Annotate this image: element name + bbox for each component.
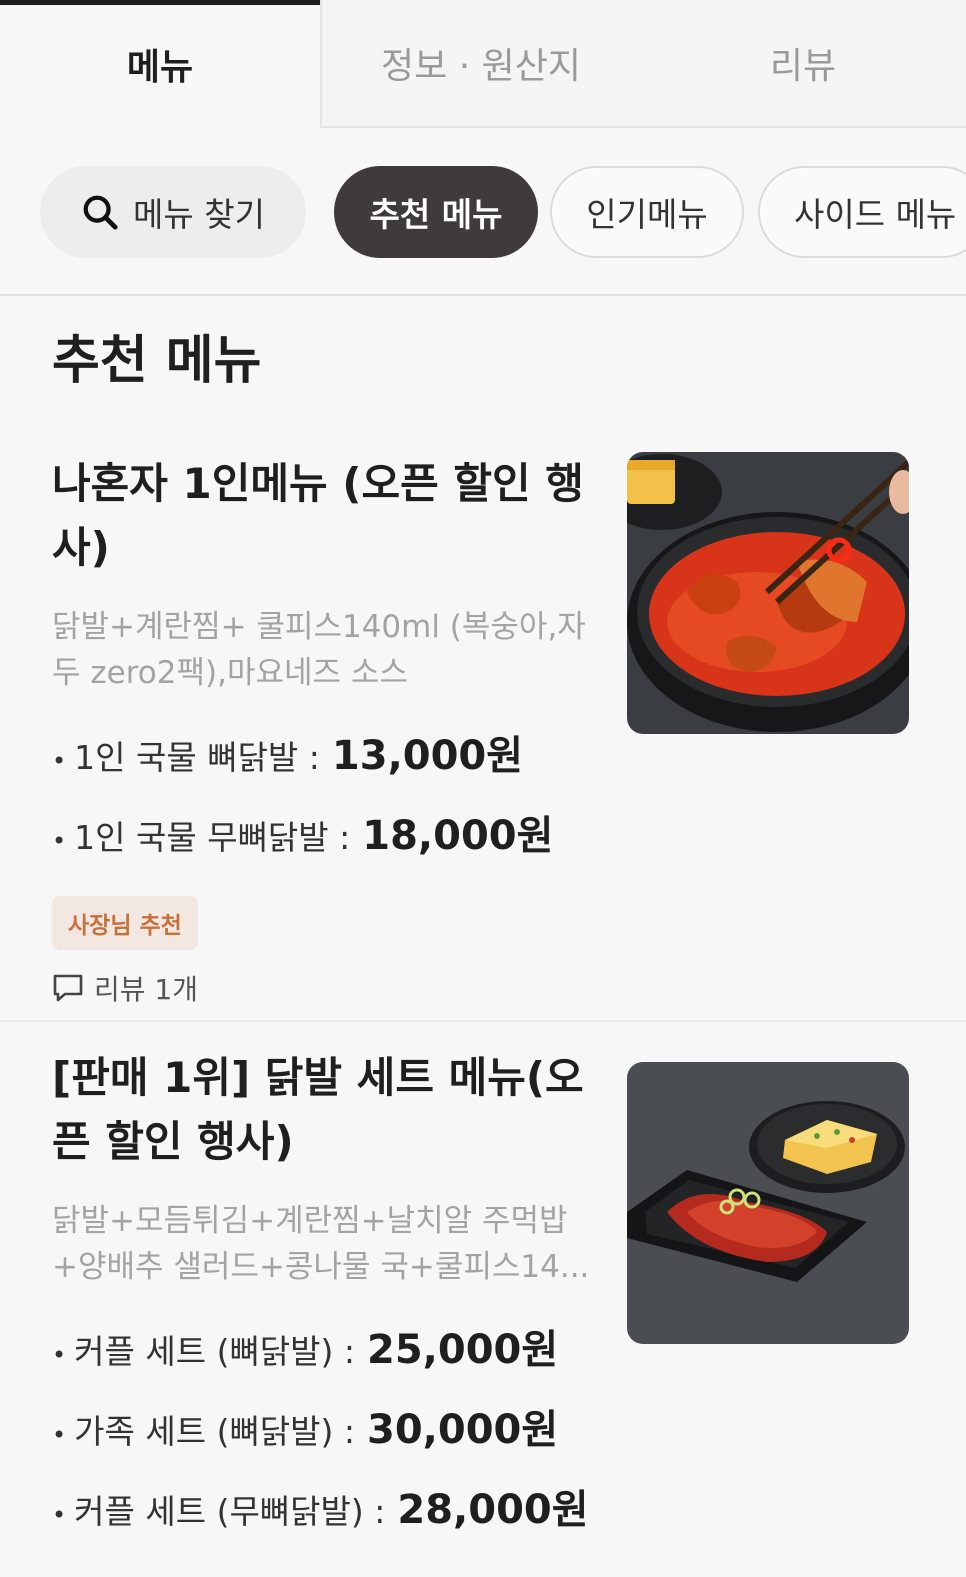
review-count-label: 리뷰 1개 [94, 973, 198, 1006]
menu-search-label: 메뉴 찾기 [133, 195, 265, 234]
menu-item-description: 닭발+계란찜+ 쿨피스140ml (복숭아,자두 zero2팩),마요네즈 소스 [52, 609, 586, 691]
bullet-icon: • [52, 1501, 67, 1529]
menu-item-photo[interactable] [627, 1062, 909, 1344]
menu-item-card[interactable]: [판매 1위] 닭발 세트 메뉴(오픈 할인 행사) 닭발+모듬튀김+계란찜+날… [0, 1024, 966, 1577]
review-count: 리뷰 1개 [52, 968, 597, 1008]
search-icon [83, 195, 118, 230]
bullet-icon: • [52, 747, 67, 775]
tab-info-origin[interactable]: 정보 · 원산지 [320, 0, 640, 128]
chip-side-label: 사이드 메뉴 [794, 195, 957, 234]
spicy-chicken-feet-soup-photo [627, 452, 909, 734]
bullet-icon: • [52, 827, 67, 855]
price-value: 28,000원 [397, 1487, 589, 1533]
price-list: • 커플 세트 (뼈닭발) : 25,000원 • 가족 세트 (뼈닭발) : … [52, 1310, 597, 1550]
top-tab-bar: 메뉴 정보 · 원산지 리뷰 [0, 0, 966, 128]
owner-recommend-badge: 사장님 추천 [52, 896, 198, 950]
tab-info-label: 정보 · 원산지 [381, 46, 581, 87]
price-list: • 1인 국물 뼈닭발 : 13,000원 • 1인 국물 무뼈닭발 : 18,… [52, 716, 597, 876]
menu-item-card[interactable]: 나혼자 1인메뉴 (오픈 할인 행사) 닭발+계란찜+ 쿨피스140ml (복숭… [0, 430, 966, 1022]
tab-menu-label: 메뉴 [126, 47, 194, 88]
bullet-icon: • [52, 1421, 67, 1449]
price-line: • 1인 국물 뼈닭발 : 13,000원 [52, 716, 597, 796]
price-value: 13,000원 [331, 733, 524, 779]
price-value: 25,000원 [367, 1327, 559, 1373]
chip-side-menu[interactable]: 사이드 메뉴 [758, 166, 966, 258]
bullet-icon: • [52, 1341, 67, 1369]
menu-search-button[interactable]: 메뉴 찾기 [40, 166, 306, 258]
chicken-feet-set-photo [627, 1062, 909, 1344]
menu-item-title: [판매 1위] 닭발 세트 메뉴(오픈 할인 행사) [52, 1053, 584, 1166]
menu-item-photo[interactable] [627, 452, 909, 734]
chip-popular[interactable]: 인기메뉴 [550, 166, 744, 258]
price-line: • 커플 세트 (무뼈닭발) : 28,000원 [52, 1470, 597, 1550]
category-chip-bar: 메뉴 찾기 추천 메뉴 인기메뉴 사이드 메뉴 [0, 128, 966, 296]
chip-recommended[interactable]: 추천 메뉴 [334, 166, 538, 258]
price-label: 1인 국물 무뼈닭발 : [74, 818, 351, 857]
menu-item-info: 나혼자 1인메뉴 (오픈 할인 행사) 닭발+계란찜+ 쿨피스140ml (복숭… [52, 430, 597, 1008]
price-line: • 가족 세트 (뼈닭발) : 30,000원 [52, 1390, 597, 1470]
price-line: • 1인 국물 무뼈닭발 : 18,000원 [52, 796, 597, 876]
price-line: • 커플 세트 (뼈닭발) : 25,000원 [52, 1310, 597, 1390]
chip-popular-label: 인기메뉴 [586, 195, 708, 234]
price-label: 가족 세트 (뼈닭발) : [74, 1412, 356, 1451]
menu-item-title: 나혼자 1인메뉴 (오픈 할인 행사) [52, 459, 584, 572]
price-value: 30,000원 [367, 1407, 559, 1453]
section-title: 추천 메뉴 [52, 331, 262, 391]
price-value: 18,000원 [362, 813, 554, 859]
comment-icon [53, 974, 83, 1002]
menu-item-description: 닭발+모듬튀김+계란찜+날치알 주먹밥+양배추 샐러드+콩나물 국+쿨피스14.… [52, 1203, 590, 1285]
price-label: 커플 세트 (뼈닭발) : [74, 1332, 356, 1371]
menu-item-info: [판매 1위] 닭발 세트 메뉴(오픈 할인 행사) 닭발+모듬튀김+계란찜+날… [52, 1024, 597, 1550]
tab-review-label: 리뷰 [769, 46, 837, 87]
price-label: 1인 국물 뼈닭발 : [74, 738, 320, 777]
active-tab-indicator [0, 0, 320, 5]
tab-review[interactable]: 리뷰 [640, 0, 966, 128]
price-label: 커플 세트 (무뼈닭발) : [74, 1492, 386, 1531]
tab-menu[interactable]: 메뉴 [0, 0, 320, 128]
chip-recommended-label: 추천 메뉴 [369, 195, 503, 234]
